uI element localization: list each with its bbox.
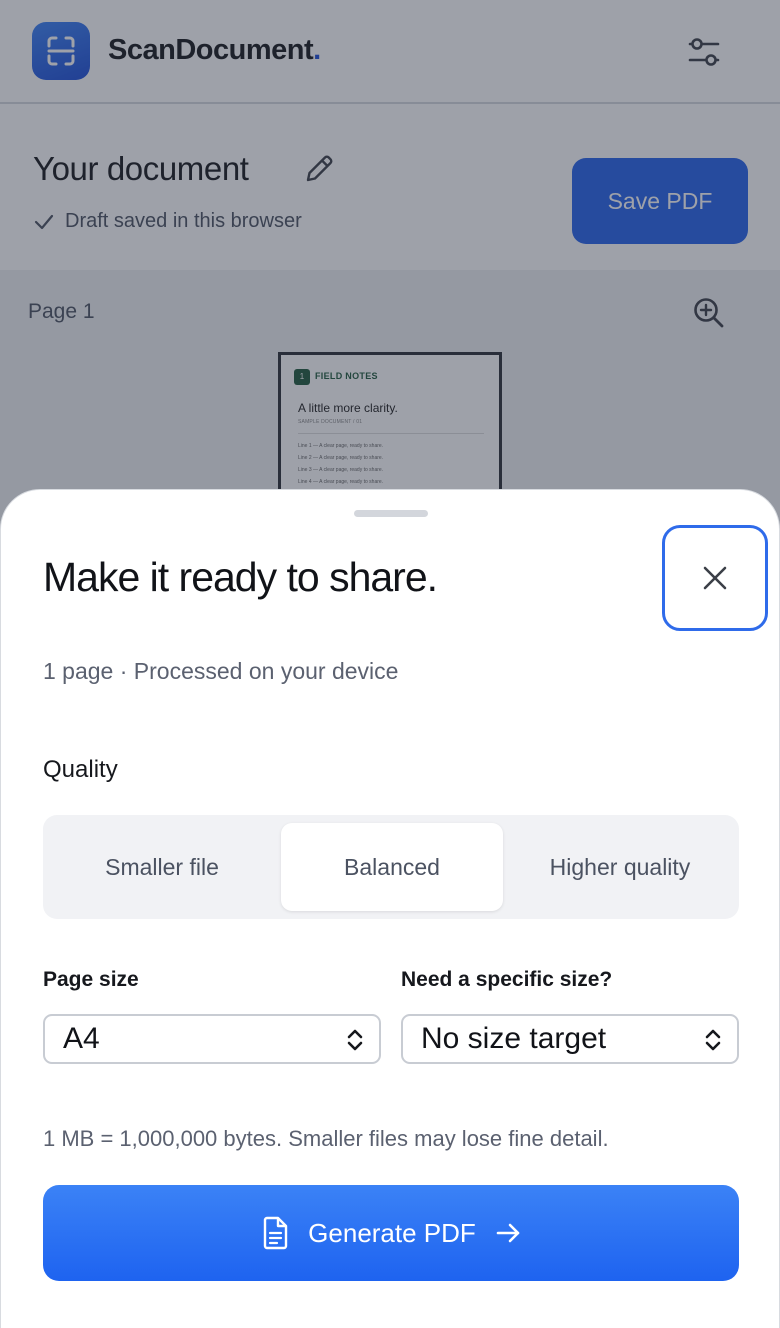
quality-option-higher[interactable]: Higher quality (509, 823, 731, 911)
quality-label: Quality (43, 756, 118, 783)
chevron-up-down-icon (347, 1029, 363, 1051)
size-target-select[interactable]: No size target (401, 1014, 739, 1064)
generate-pdf-label: Generate PDF (308, 1217, 476, 1248)
quality-segmented-control: Smaller file Balanced Higher quality (43, 815, 739, 919)
arrow-right-icon (496, 1223, 520, 1243)
quality-option-smaller[interactable]: Smaller file (51, 823, 273, 911)
page-size-select[interactable]: A4 (43, 1014, 381, 1064)
sheet-title: Make it ready to share. (43, 554, 438, 600)
page-size-label: Page size (43, 968, 139, 991)
close-button[interactable] (662, 525, 768, 631)
document-icon (263, 1216, 288, 1250)
export-bottom-sheet: Make it ready to share. 1 page · Process… (0, 489, 780, 1328)
close-icon (703, 566, 727, 590)
size-target-value: No size target (421, 1022, 607, 1055)
quality-option-balanced[interactable]: Balanced (281, 823, 503, 911)
chevron-up-down-icon (705, 1029, 721, 1051)
generate-pdf-button[interactable]: Generate PDF (43, 1185, 739, 1281)
size-hint: 1 MB = 1,000,000 bytes. Smaller files ma… (43, 1126, 609, 1151)
page-size-value: A4 (63, 1022, 100, 1055)
sheet-drag-handle[interactable] (354, 510, 428, 517)
size-target-label: Need a specific size? (401, 968, 613, 991)
sheet-subtitle: 1 page · Processed on your device (43, 658, 399, 684)
